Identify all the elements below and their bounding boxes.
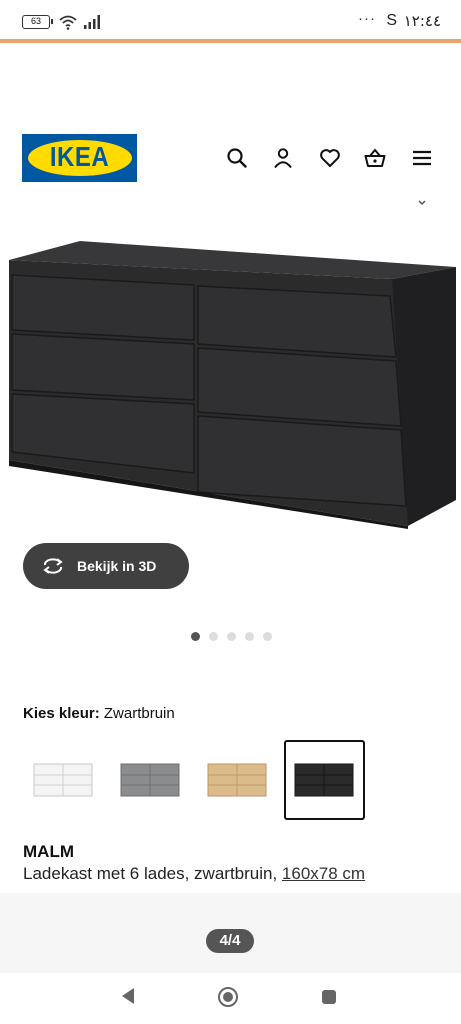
clock: ١٢:٤٤ <box>403 12 441 30</box>
product-image[interactable] <box>0 230 461 530</box>
dresser-thumbnail-grey <box>120 763 179 797</box>
carousel-dot[interactable] <box>245 632 254 641</box>
wifi-icon <box>59 15 77 30</box>
carousel-dot[interactable] <box>263 632 272 641</box>
view-in-3d-label: Bekijk in 3D <box>77 558 157 574</box>
color-value: Zwartbruin <box>103 705 175 722</box>
product-size-link[interactable]: 160x78 cm <box>282 864 365 883</box>
swatch-oak[interactable] <box>197 740 278 820</box>
back-icon[interactable] <box>120 987 136 1005</box>
carrier-letter: S <box>386 12 397 29</box>
basket-icon[interactable] <box>364 147 386 169</box>
dresser-thumbnail-oak <box>207 763 266 797</box>
home-icon[interactable] <box>217 986 239 1008</box>
color-heading: Kies kleur: Zwartbruin <box>23 705 175 722</box>
image-carousel-dots <box>191 632 272 642</box>
product-description-text: Ladekast met 6 lades, zwartbruin, <box>23 864 278 883</box>
page-counter: 4/4 <box>206 929 254 953</box>
recents-icon[interactable] <box>321 989 337 1005</box>
carousel-dot[interactable] <box>209 632 218 641</box>
color-label: Kies kleur: <box>23 705 100 722</box>
color-swatches <box>23 740 365 820</box>
search-icon[interactable] <box>226 147 248 169</box>
dresser-thumbnail-white <box>33 763 92 797</box>
rotate-3d-icon <box>43 558 63 574</box>
heart-icon[interactable] <box>319 147 341 169</box>
browser-progress-line <box>0 39 461 43</box>
battery-indicator: 63 <box>22 15 53 29</box>
system-nav-bar <box>0 973 461 1024</box>
profile-icon[interactable] <box>272 147 294 169</box>
ikea-logo[interactable]: IKEA <box>22 134 137 182</box>
dresser-thumbnail-black-brown <box>294 763 353 797</box>
swatch-white[interactable] <box>23 740 104 820</box>
product-description: Ladekast met 6 lades, zwartbruin, 160x78… <box>23 864 365 884</box>
carousel-dot[interactable] <box>227 632 236 641</box>
status-more: ··· <box>358 10 376 27</box>
product-name: MALM <box>23 842 74 861</box>
carousel-dot[interactable] <box>191 632 200 641</box>
swatch-black-brown[interactable] <box>284 740 365 820</box>
view-in-3d-button[interactable]: Bekijk in 3D <box>23 543 189 589</box>
swatch-grey[interactable] <box>110 740 191 820</box>
site-header: IKEA <box>0 120 461 196</box>
status-bar: 63 ··· S ١٢:٤٤ <box>0 0 461 40</box>
chevron-down-icon <box>418 200 426 206</box>
signal-icon <box>84 15 100 29</box>
menu-icon[interactable] <box>411 147 433 169</box>
